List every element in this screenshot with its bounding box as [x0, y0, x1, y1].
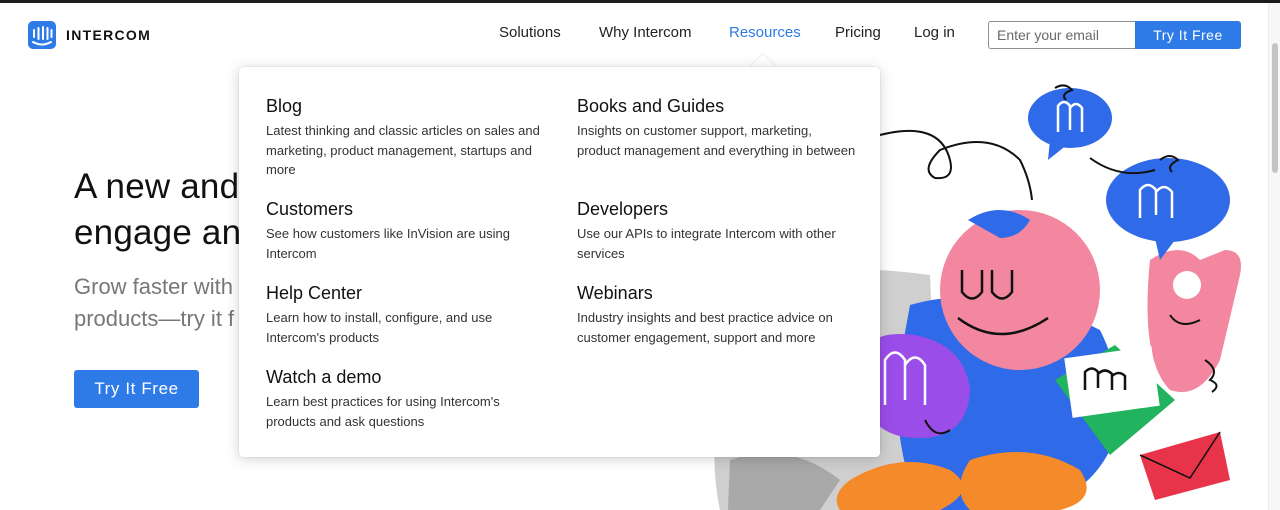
menu-item-title: Blog — [266, 96, 303, 116]
intercom-logo[interactable]: INTERCOM — [28, 21, 151, 49]
menu-item-help-center[interactable]: Help Center Learn how to install, config… — [266, 282, 546, 347]
hero-title-line-1: A new and — [74, 167, 240, 206]
hero-subtitle-line-2: products—try it f — [74, 306, 235, 331]
menu-item-blog[interactable]: Blog Latest thinking and classic article… — [266, 95, 546, 180]
menu-item-developers[interactable]: Developers Use our APIs to integrate Int… — [577, 198, 857, 263]
brand-name: INTERCOM — [66, 27, 152, 43]
header-try-it-free-button[interactable]: Try It Free — [1135, 21, 1241, 49]
nav-solutions[interactable]: Solutions — [499, 24, 561, 41]
hero-try-it-free-button[interactable]: Try It Free — [74, 370, 199, 408]
menu-item-title: Books and Guides — [577, 96, 725, 116]
menu-item-desc: Industry insights and best practice advi… — [577, 310, 833, 345]
menu-item-title: Help Center — [266, 283, 363, 303]
menu-item-title: Watch a demo — [266, 367, 382, 387]
hero-subtitle: Grow faster with products—try it f — [74, 271, 234, 335]
menu-item-customers[interactable]: Customers See how customers like InVisio… — [266, 198, 546, 263]
hero-subtitle-line-1: Grow faster with — [74, 274, 233, 299]
nav-log-in[interactable]: Log in — [914, 24, 955, 41]
nav-why-intercom[interactable]: Why Intercom — [599, 24, 692, 41]
resources-dropdown: Blog Latest thinking and classic article… — [239, 67, 880, 457]
page-scrollbar[interactable] — [1268, 3, 1280, 510]
top-border — [0, 0, 1280, 3]
menu-item-title: Developers — [577, 199, 669, 219]
hero-title: A new and engage and — [74, 164, 261, 256]
menu-item-desc: Insights on customer support, marketing,… — [577, 123, 856, 158]
menu-item-webinars[interactable]: Webinars Industry insights and best prac… — [577, 282, 857, 347]
menu-item-title: Webinars — [577, 283, 653, 303]
nav-resources[interactable]: Resources — [729, 24, 801, 41]
hero-title-line-2: engage and — [74, 213, 261, 252]
menu-item-desc: Learn best practices for using Intercom'… — [266, 394, 500, 429]
intercom-logo-icon — [28, 21, 56, 49]
menu-item-books-and-guides[interactable]: Books and Guides Insights on customer su… — [577, 95, 857, 160]
email-input[interactable] — [988, 21, 1136, 49]
menu-item-desc: See how customers like InVision are usin… — [266, 226, 510, 261]
menu-item-desc: Latest thinking and classic articles on … — [266, 123, 540, 177]
scrollbar-thumb[interactable] — [1272, 43, 1278, 173]
menu-item-watch-a-demo[interactable]: Watch a demo Learn best practices for us… — [266, 366, 546, 431]
nav-pricing[interactable]: Pricing — [835, 24, 881, 41]
menu-item-desc: Use our APIs to integrate Intercom with … — [577, 226, 836, 261]
menu-item-desc: Learn how to install, configure, and use… — [266, 310, 493, 345]
menu-item-title: Customers — [266, 199, 354, 219]
